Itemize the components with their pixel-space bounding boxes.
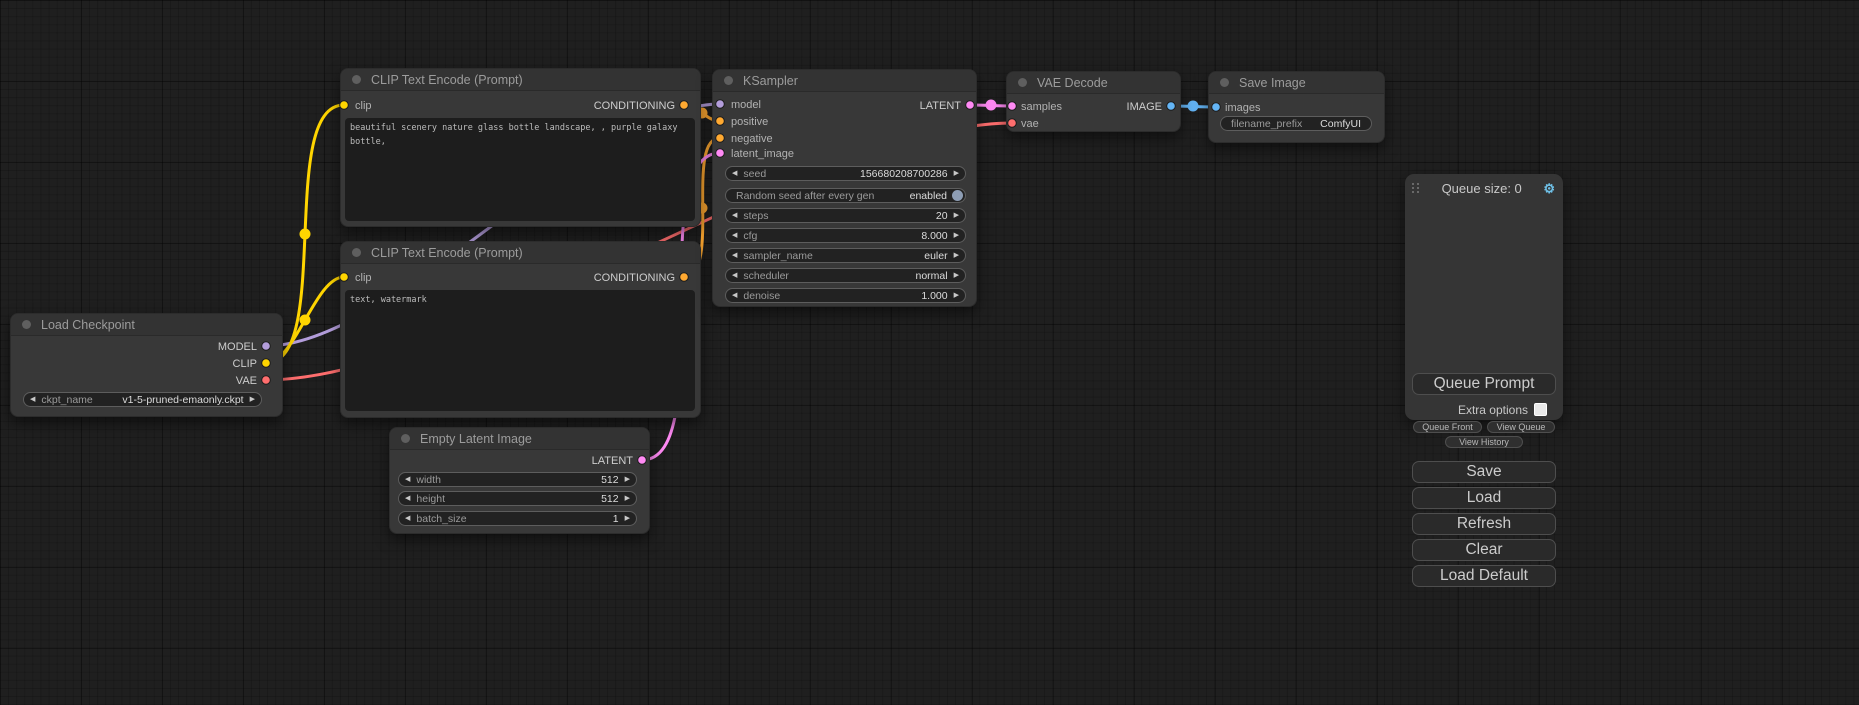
- port-vae-input[interactable]: [1008, 119, 1017, 128]
- port-latent-output[interactable]: [638, 456, 647, 465]
- port-conditioning-output[interactable]: [680, 101, 689, 110]
- canvas[interactable]: { "colors":{ "model":"#B39DDB", "clip":"…: [0, 0, 1859, 705]
- port-image-output[interactable]: [1167, 102, 1176, 111]
- port-positive-input[interactable]: [716, 117, 725, 126]
- save-button[interactable]: Save: [1412, 461, 1556, 483]
- queue-panel: Queue size: 0 ⚙ Queue Prompt Extra optio…: [1405, 174, 1563, 420]
- port-samples-input[interactable]: [1008, 102, 1017, 111]
- port-latent-output[interactable]: [966, 101, 975, 110]
- load-button[interactable]: Load: [1412, 487, 1556, 509]
- view-queue-button[interactable]: View Queue: [1487, 421, 1555, 433]
- port-clip-input[interactable]: [340, 273, 349, 282]
- port-images-input[interactable]: [1212, 103, 1221, 112]
- refresh-button[interactable]: Refresh: [1412, 513, 1556, 535]
- queue-panel-header: Queue size: 0 ⚙: [1405, 181, 1563, 195]
- port-conditioning-output[interactable]: [680, 273, 689, 282]
- view-history-button[interactable]: View History: [1445, 436, 1523, 448]
- extra-options-label: Extra options: [1458, 403, 1528, 417]
- port-latent-image-input[interactable]: [716, 149, 725, 158]
- port-dots-layer: [0, 0, 1859, 705]
- port-clip-input[interactable]: [340, 101, 349, 110]
- port-model-output[interactable]: [262, 342, 271, 351]
- drag-handle-icon[interactable]: [1411, 182, 1420, 195]
- clear-button[interactable]: Clear: [1412, 539, 1556, 561]
- port-negative-input[interactable]: [716, 134, 725, 143]
- queue-front-button[interactable]: Queue Front: [1413, 421, 1482, 433]
- gear-icon[interactable]: ⚙: [1543, 182, 1555, 195]
- queue-prompt-button[interactable]: Queue Prompt: [1412, 373, 1556, 395]
- port-vae-output[interactable]: [262, 376, 271, 385]
- port-model-input[interactable]: [716, 100, 725, 109]
- queue-size-label: Queue size: 0: [1420, 181, 1543, 196]
- extra-options-checkbox[interactable]: [1534, 403, 1547, 416]
- port-clip-output[interactable]: [262, 359, 271, 368]
- load-default-button[interactable]: Load Default: [1412, 565, 1556, 587]
